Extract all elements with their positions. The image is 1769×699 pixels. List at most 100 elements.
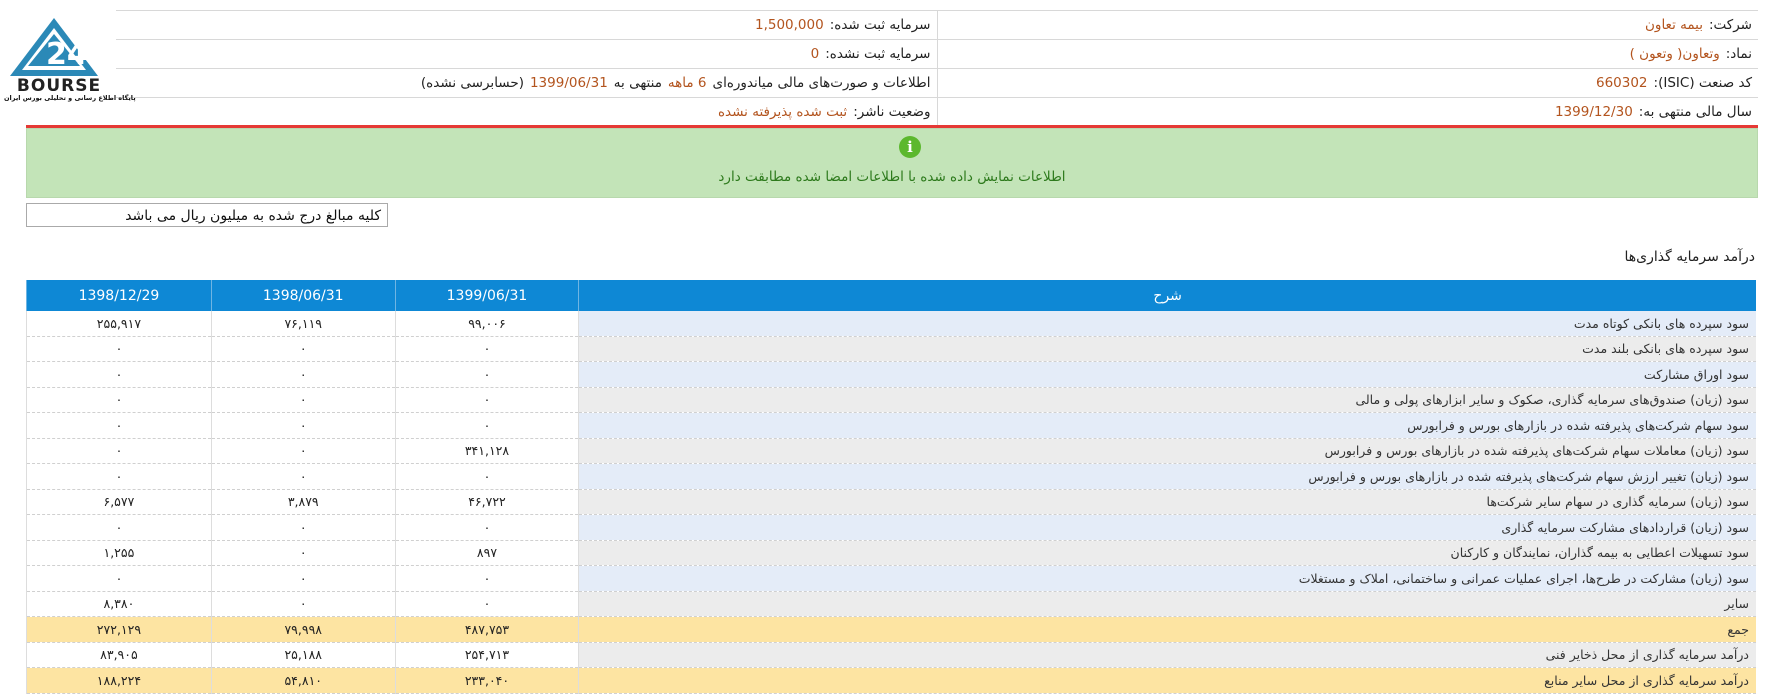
isic-value: 660302 [1595,75,1648,91]
svg-text:BOURSE: BOURSE [17,76,101,94]
row-description: سود (زیان) مشارکت در طرح‌ها، اجرای عملیا… [578,565,1756,592]
row-value-1398-06-31: ۰ [210,591,396,617]
row-value-1398-12-29: ۰ [26,336,212,362]
row-value-1398-12-29: ۰ [26,463,212,490]
row-value-1398-06-31: ۵۴,۸۱۰ [210,667,396,694]
info-icon: i [899,136,921,158]
report-mid: منتهی به [613,75,662,91]
section-title: درآمد سرمایه گذاری‌ها [1624,249,1755,265]
row-value-1398-06-31: ۰ [210,514,396,541]
verification-alert: i اطلاعات نمایش داده شده با اطلاعات امضا… [26,128,1758,198]
fiscal-year-cell: سال مالی منتهی به: 1399/12/30 [936,98,1759,126]
report-prefix: اطلاعات و صورت‌های مالی میاندوره‌ای [712,75,931,91]
company-label: شرکت: [1709,17,1752,33]
row-value-1398-06-31: ۰ [210,565,396,592]
table-row: سود (زیان) مشارکت در طرح‌ها، اجرای عملیا… [26,565,1756,592]
svg-text:24: 24 [46,37,88,72]
row-value-1399-06-31: ۸۹۷ [394,540,579,566]
row-description: سود (زیان) سرمایه گذاری در سهام سایر شرک… [578,489,1756,515]
row-description: درآمد سرمایه گذاری از محل ذخایر فنی [578,642,1756,668]
unregistered-capital-cell: سرمایه ثبت نشده: 0 [116,40,937,68]
info-row: کد صنعت (ISIC): 660302 اطلاعات و صورت‌ها… [116,69,1758,98]
row-value-1398-12-29: ۰ [26,412,212,439]
registered-capital-label: سرمایه ثبت شده: [829,17,931,33]
publisher-status-label: وضعیت ناشر: [853,104,931,120]
row-value-1398-12-29: ۱۸۸,۲۲۴ [26,667,212,694]
row-description: سود (زیان) قراردادهای مشارکت سرمایه گذار… [578,514,1756,541]
table-row: سود (زیان) تغییر ارزش سهام شرکت‌های پذیر… [26,463,1756,490]
row-value-1398-06-31: ۳,۸۷۹ [210,489,396,515]
row-value-1399-06-31: ۰ [394,591,579,617]
row-value-1399-06-31: ۰ [394,387,579,413]
row-value-1398-12-29: ۰ [26,387,212,413]
table-row: سود تسهیلات اعطایی به بیمه گذاران، نماین… [26,540,1756,566]
row-value-1398-12-29: ۶,۵۷۷ [26,489,212,515]
fiscal-year-value: 1399/12/30 [1554,104,1633,120]
row-value-1398-06-31: ۰ [210,412,396,439]
table-header-row: شرح 1399/06/31 1398/06/31 1398/12/29 [26,280,1756,311]
row-value-1398-06-31: ۲۵,۱۸۸ [210,642,396,668]
table-row: سود سپرده های بانکی بلند مدت ۰ ۰ ۰ [26,336,1756,362]
row-description: سود سهام شرکت‌های پذیرفته شده در بازارها… [578,412,1756,439]
row-description: سود (زیان) معاملات سهام شرکت‌های پذیرفته… [578,438,1756,464]
symbol-value[interactable]: وتعاون( وتعون ) [1630,46,1720,62]
info-row: نماد: وتعاون( وتعون ) سرمایه ثبت نشده: 0 [116,40,1758,69]
registered-capital-cell: سرمایه ثبت شده: 1,500,000 [116,11,937,39]
row-value-1398-12-29: ۰ [26,361,212,388]
row-description: درآمد سرمایه گذاری از محل سایر منابع [578,667,1756,694]
report-date: 1399/06/31 [529,75,608,91]
logo-caption: پایگاه اطلاع رسانی و تحلیلی بورس ایران [4,94,136,102]
report-suffix: (حسابرسی نشده) [420,75,524,91]
row-value-1398-12-29: ۰ [26,514,212,541]
row-value-1398-12-29: ۸۳,۹۰۵ [26,642,212,668]
fiscal-year-label: سال مالی منتهی به: [1638,104,1752,120]
row-description: سود سپرده های بانکی بلند مدت [578,336,1756,362]
company-value[interactable]: بیمه تعاون [1645,17,1703,33]
table-row: سایر ۰ ۰ ۸,۳۸۰ [26,591,1756,617]
row-value-1399-06-31: ۰ [394,463,579,490]
row-value-1398-12-29: ۲۵۵,۹۱۷ [26,311,212,337]
symbol-cell: نماد: وتعاون( وتعون ) [936,40,1759,68]
row-value-1398-12-29: ۰ [26,565,212,592]
row-value-1399-06-31: ۰ [394,361,579,388]
investment-income-table: شرح 1399/06/31 1398/06/31 1398/12/29 سود… [26,280,1756,694]
report-title-cell: اطلاعات و صورت‌های مالی میاندوره‌ای 6 ما… [116,69,937,97]
table-row: سود سپرده های بانکی کوتاه مدت ۹۹,۰۰۶ ۷۶,۱۱… [26,311,1756,337]
publisher-status-cell: وضعیت ناشر: ثبت شده پذیرفته نشده [116,98,937,126]
row-description: سود (زیان) تغییر ارزش سهام شرکت‌های پذیر… [578,463,1756,490]
row-value-1398-06-31: ۰ [210,336,396,362]
row-value-1399-06-31: ۹۹,۰۰۶ [394,311,579,337]
row-value-1398-12-29: ۱,۲۵۵ [26,540,212,566]
company-info-panel: شرکت: بیمه تعاون سرمایه ثبت شده: 1,500,0… [116,10,1758,127]
unregistered-capital-value: 0 [810,46,820,62]
row-value-1399-06-31: ۰ [394,514,579,541]
row-value-1399-06-31: ۰ [394,565,579,592]
row-value-1399-06-31: ۲۵۴,۷۱۳ [394,642,579,668]
row-description: جمع [578,616,1756,643]
row-description: سود سپرده های بانکی کوتاه مدت [578,311,1756,337]
isic-cell: کد صنعت (ISIC): 660302 [936,69,1759,97]
report-period: 6 ماهه [667,75,707,91]
row-value-1398-06-31: ۷۹,۹۹۸ [210,616,396,643]
table-row: سود (زیان) سرمایه گذاری در سهام سایر شرک… [26,489,1756,515]
row-value-1398-06-31: ۷۶,۱۱۹ [210,311,396,337]
unregistered-capital-label: سرمایه ثبت نشده: [825,46,931,62]
table-row: سود اوراق مشارکت ۰ ۰ ۰ [26,361,1756,388]
publisher-status-value: ثبت شده پذیرفته نشده [717,104,848,120]
bourse24-logo[interactable]: 24 BOURSE پایگاه اطلاع رسانی و تحلیلی بو… [4,14,136,110]
row-value-1399-06-31: ۳۴۱,۱۲۸ [394,438,579,464]
info-row: شرکت: بیمه تعاون سرمایه ثبت شده: 1,500,0… [116,11,1758,40]
row-value-1399-06-31: ۰ [394,336,579,362]
table-row: درآمد سرمایه گذاری از محل سایر منابع ۲۳۳,… [26,667,1756,694]
row-value-1398-12-29: ۰ [26,438,212,464]
company-cell: شرکت: بیمه تعاون [936,11,1759,39]
row-description: سود تسهیلات اعطایی به بیمه گذاران، نماین… [578,540,1756,566]
row-description: سود اوراق مشارکت [578,361,1756,388]
header-period-2: 1398/06/31 [210,280,396,311]
unit-note: کلیه مبالغ درج شده به میلیون ریال می باش… [26,203,388,227]
header-period-3: 1398/12/29 [26,280,212,311]
header-description: شرح [578,280,1756,311]
table-row: سود (زیان) صندوق‌های سرمایه گذاری، صکوک … [26,387,1756,413]
row-value-1398-12-29: ۸,۳۸۰ [26,591,212,617]
row-value-1398-06-31: ۰ [210,438,396,464]
